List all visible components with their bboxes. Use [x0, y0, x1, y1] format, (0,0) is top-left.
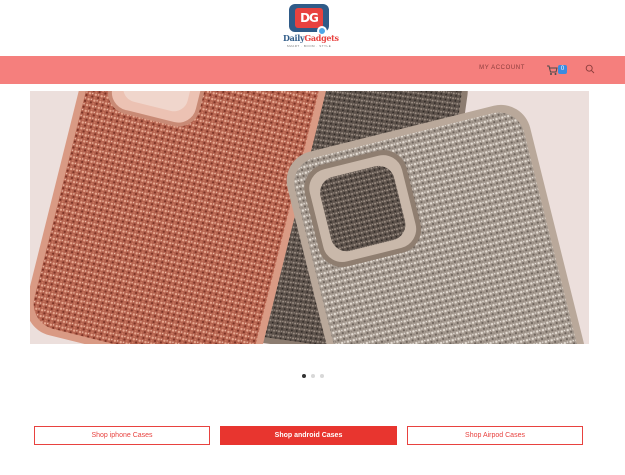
logo-badge-text: DG: [295, 8, 323, 28]
site-logo[interactable]: DG DailyGadgets SMART · BOOM · STYLE: [283, 4, 339, 50]
logo-name: DailyGadgets: [283, 33, 339, 43]
slider-dot-3[interactable]: [319, 374, 324, 378]
main-navbar: MY ACCOUNT 0: [0, 56, 625, 84]
slider-dot-1[interactable]: [301, 374, 306, 378]
slider-dot-2[interactable]: [310, 374, 315, 378]
logo-name-daily: Daily: [283, 33, 305, 43]
site-header: DG DailyGadgets SMART · BOOM · STYLE: [0, 0, 625, 56]
logo-tagline: SMART · BOOM · STYLE: [286, 44, 332, 48]
cart-icon[interactable]: [546, 64, 558, 76]
shop-android-cases-button[interactable]: Shop android Cases: [220, 426, 397, 445]
slider-pagination: [0, 374, 625, 380]
logo-name-gadgets: Gadgets: [304, 33, 339, 43]
search-icon[interactable]: [585, 64, 595, 74]
phone-cases-photo: [30, 91, 589, 344]
shop-iphone-cases-button[interactable]: Shop iphone Cases: [34, 426, 210, 445]
hero-slider-image[interactable]: [30, 91, 589, 344]
shop-airpod-cases-button[interactable]: Shop Airpod Cases: [407, 426, 583, 445]
cart-count-badge[interactable]: 0: [558, 65, 567, 74]
my-account-link[interactable]: MY ACCOUNT: [479, 65, 525, 71]
